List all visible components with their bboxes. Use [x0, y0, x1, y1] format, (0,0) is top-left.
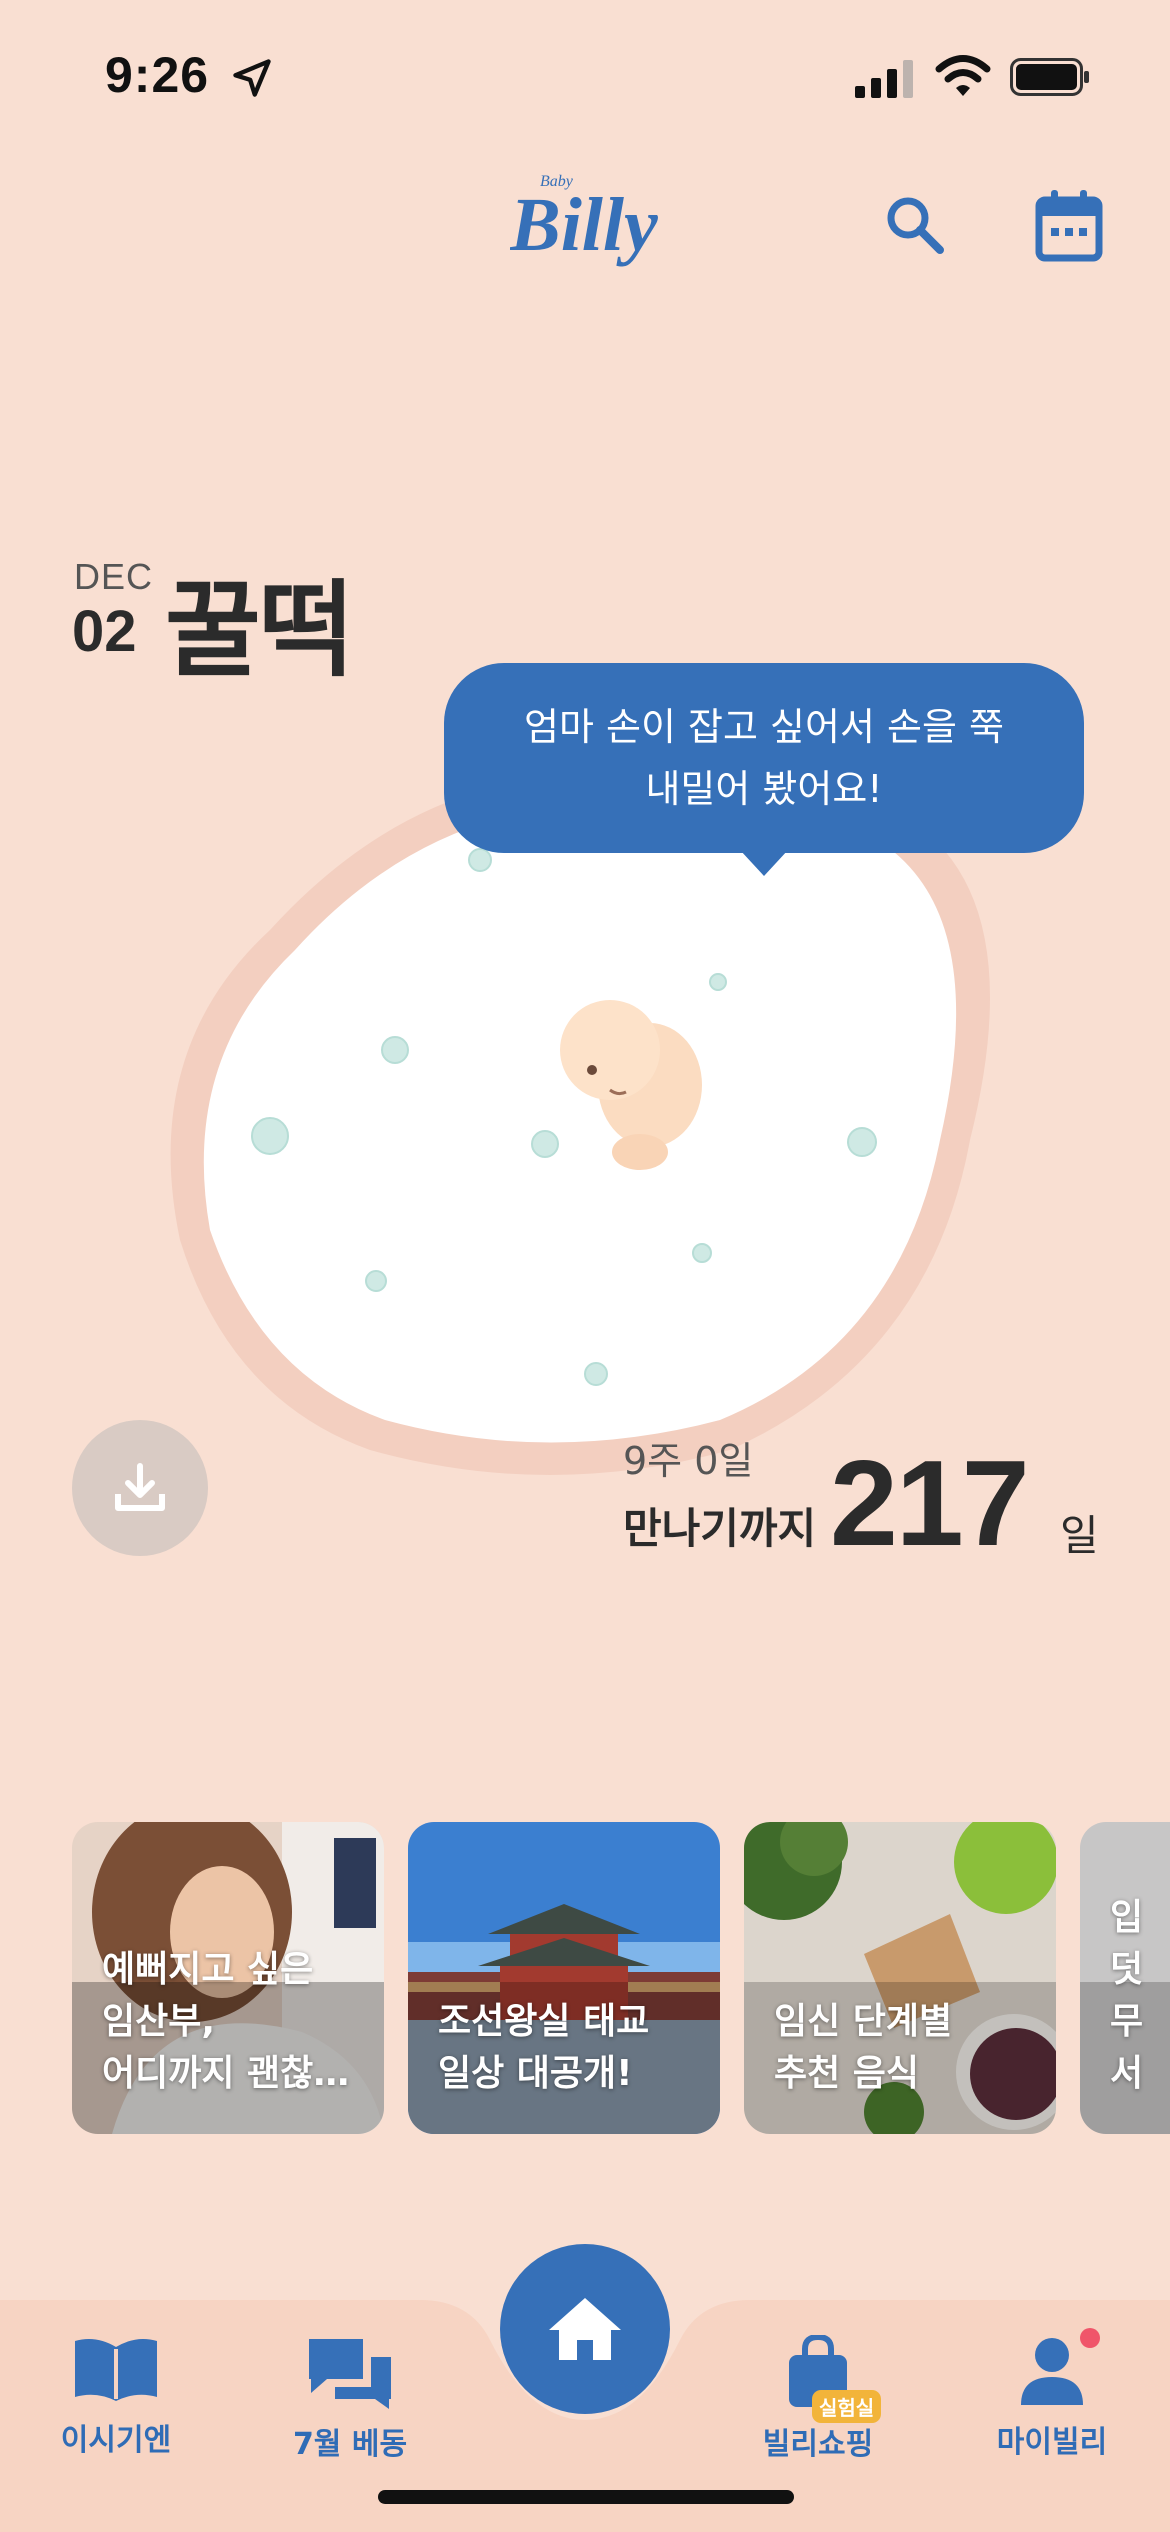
card-title: 임신 단계별 추천 음식	[774, 2001, 953, 2094]
wifi-icon	[935, 55, 991, 96]
home-indicator	[378, 2490, 794, 2504]
person-icon	[1021, 2338, 1083, 2405]
book-icon	[75, 2339, 157, 2401]
location-arrow-icon	[233, 59, 271, 97]
lab-badge: 실험실	[812, 2390, 882, 2423]
notification-dot	[1080, 2328, 1100, 2348]
battery-icon	[1010, 58, 1089, 96]
article-card-partial[interactable]: 입덧 무서	[1080, 1822, 1170, 2134]
pregnancy-week-day: 9주 0일	[623, 1439, 754, 1483]
day-unit: 일	[1060, 1511, 1099, 1560]
nav-item-this-period[interactable]: 이시기엔	[16, 2335, 216, 2459]
nav-label: 마이빌리	[996, 2425, 1108, 2460]
until-meeting-label: 만나기까지	[623, 1504, 817, 1553]
nav-label: 빌리쇼핑	[762, 2427, 874, 2462]
card-title: 입덧 무서	[1110, 1897, 1144, 2094]
status-time: 9:26	[105, 47, 210, 103]
calendar-button[interactable]	[1035, 190, 1103, 262]
bubble-line-1: 엄마 손이 잡고 싶어서 손을 쭉	[524, 705, 1004, 749]
logo-main-text: Billy	[510, 183, 658, 267]
chat-icon	[309, 2339, 391, 2409]
article-card-beauty[interactable]: 예뻐지고 싶은 임산부, 어디까지 괜찮…	[72, 1822, 384, 2134]
home-button[interactable]	[500, 2244, 670, 2414]
cellular-signal-icon	[855, 60, 913, 98]
nav-item-community[interactable]: 7월 베동	[250, 2335, 450, 2463]
fetus-speech-bubble: 엄마 손이 잡고 싶어서 손을 쭉 내밀어 봤어요!	[444, 663, 1084, 853]
home-icon	[549, 2298, 621, 2360]
fetus-illustration	[170, 770, 990, 1475]
search-button[interactable]	[880, 190, 950, 260]
search-icon	[887, 197, 944, 254]
download-button[interactable]	[72, 1420, 208, 1556]
date-day: 02	[72, 599, 137, 664]
nav-label: 이시기엔	[60, 2423, 172, 2458]
date-month: DEC	[74, 556, 154, 597]
article-card-royal[interactable]: 조선왕실 태교 일상 대공개!	[408, 1822, 720, 2134]
bubble-line-2: 내밀어 봤어요!	[645, 767, 883, 811]
daily-food-title: 꿀떡	[165, 569, 354, 691]
nav-label: 7월 베동	[292, 2427, 408, 2462]
billy-logo: Baby Billy	[510, 173, 658, 267]
download-icon	[115, 1463, 165, 1511]
card-title: 조선왕실 태교 일상 대공개!	[438, 2001, 650, 2094]
days-left-count: 217	[830, 1435, 1030, 1571]
article-card-food[interactable]: 임신 단계별 추천 음식	[744, 1822, 1056, 2134]
card-title: 예뻐지고 싶은 임산부, 어디까지 괜찮…	[102, 1949, 350, 2094]
calendar-icon	[1035, 190, 1103, 262]
nav-item-my-billy[interactable]: 마이빌리	[952, 2335, 1152, 2461]
bubble-tail	[740, 850, 788, 876]
